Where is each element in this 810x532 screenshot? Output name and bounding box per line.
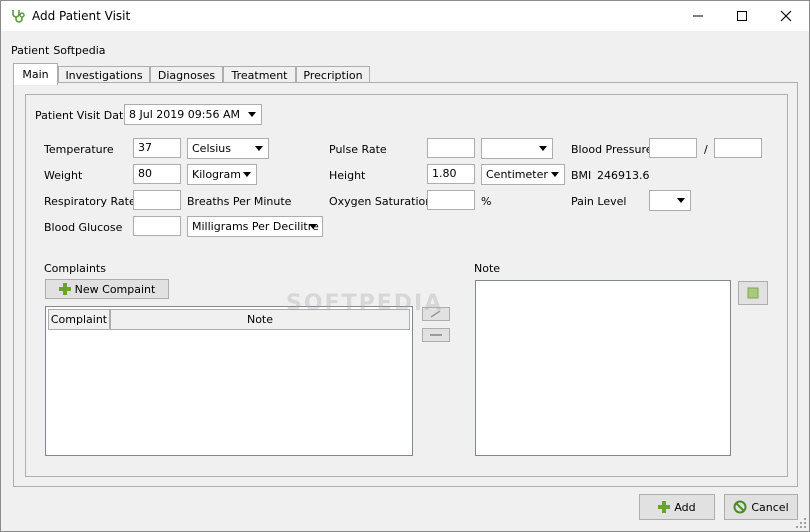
plus-icon	[58, 283, 71, 295]
maximize-button[interactable]	[720, 1, 764, 31]
complaints-label: Complaints	[44, 262, 106, 275]
tab-label: Precription	[303, 69, 363, 82]
square-icon	[747, 287, 759, 299]
temperature-input[interactable]: 37	[133, 138, 181, 158]
complaints-grid[interactable]: Complaint Note	[45, 306, 413, 456]
chevron-down-icon[interactable]	[548, 167, 562, 182]
oxygen-saturation-label: Oxygen Saturation	[329, 195, 433, 208]
blood-glucose-unit-value: Milligrams Per Decilitre	[192, 220, 319, 233]
height-unit-select[interactable]: Centimeter	[481, 164, 565, 185]
cancel-button[interactable]: Cancel	[724, 494, 798, 520]
blood-glucose-input[interactable]	[133, 216, 181, 236]
note-textarea[interactable]	[475, 280, 731, 456]
blood-glucose-label: Blood Glucose	[44, 221, 123, 234]
chevron-down-icon[interactable]	[240, 167, 254, 182]
blood-pressure-label: Blood Pressure	[571, 143, 653, 156]
oxygen-saturation-unit: %	[481, 195, 492, 208]
visit-date-label: Patient Visit Date	[35, 109, 131, 122]
cancel-icon	[733, 500, 747, 514]
bmi-label: BMI	[571, 169, 592, 182]
new-complaint-button[interactable]: New Compaint	[45, 279, 169, 299]
title-bar: Add Patient Visit	[1, 1, 809, 31]
chevron-down-icon[interactable]	[252, 141, 266, 156]
tab-label: Main	[22, 68, 49, 81]
add-label: Add	[674, 500, 696, 514]
remove-complaint-button[interactable]	[422, 328, 450, 342]
patient-name: Softpedia	[53, 44, 106, 57]
column-label: Complaint	[50, 313, 108, 326]
save-note-button[interactable]	[738, 281, 768, 305]
weight-unit-value: Kilogram	[192, 168, 242, 181]
patient-label: Patient	[11, 44, 50, 57]
tab-main[interactable]: Main	[13, 63, 58, 85]
pain-level-label: Pain Level	[571, 195, 627, 208]
height-label: Height	[329, 169, 366, 182]
temperature-unit-value: Celsius	[192, 142, 231, 155]
blood-pressure-separator: /	[704, 143, 708, 156]
temperature-unit-select[interactable]: Celsius	[187, 138, 269, 159]
chevron-down-icon[interactable]	[674, 193, 688, 208]
plus-icon	[658, 501, 671, 513]
softpedia-watermark: SOFTPEDIA	[286, 291, 444, 316]
tab-label: Investigations	[65, 69, 143, 82]
grid-header-complaint[interactable]: Complaint	[48, 309, 110, 330]
patient-info: Patient Softpedia	[11, 44, 106, 57]
close-button[interactable]	[764, 1, 808, 31]
bmi-value: 246913.6	[597, 169, 650, 182]
blood-glucose-unit-select[interactable]: Milligrams Per Decilitre	[187, 216, 323, 237]
chevron-down-icon[interactable]	[245, 107, 259, 122]
pain-level-select[interactable]	[649, 190, 691, 211]
resize-grip-icon[interactable]	[795, 517, 807, 529]
minimize-icon	[693, 15, 703, 17]
note-label: Note	[474, 262, 501, 275]
pulse-rate-input[interactable]	[427, 138, 475, 158]
new-complaint-label: New Compaint	[74, 282, 156, 296]
window-title: Add Patient Visit	[32, 9, 131, 23]
temperature-label: Temperature	[44, 143, 114, 156]
minimize-button[interactable]	[676, 1, 720, 31]
oxygen-saturation-input[interactable]	[427, 190, 475, 210]
chevron-down-icon[interactable]	[536, 141, 550, 156]
respiratory-rate-label: Respiratory Rate	[44, 195, 136, 208]
stethoscope-icon	[12, 10, 25, 23]
maximize-icon	[737, 11, 747, 21]
tab-label: Treatment	[231, 69, 288, 82]
blood-pressure-diastolic-input[interactable]	[714, 138, 762, 158]
pulse-rate-unit-select[interactable]	[481, 138, 553, 159]
tab-label: Diagnoses	[157, 69, 216, 82]
weight-label: Weight	[44, 169, 83, 182]
height-unit-value: Centimeter	[486, 168, 548, 181]
respiratory-rate-unit: Breaths Per Minute	[187, 195, 292, 208]
pulse-rate-label: Pulse Rate	[329, 143, 387, 156]
height-input[interactable]: 1.80	[427, 164, 475, 184]
main-tab-panel: Patient Visit Date 8 Jul 2019 09:56 AM T…	[13, 82, 798, 487]
minus-icon	[430, 334, 442, 336]
weight-input[interactable]: 80	[133, 164, 181, 184]
visit-date-value: 8 Jul 2019 09:56 AM	[129, 108, 240, 121]
add-patient-visit-window: Add Patient Visit Patient Softpedia Main …	[0, 0, 810, 532]
visit-form-group: Patient Visit Date 8 Jul 2019 09:56 AM T…	[25, 94, 788, 477]
column-label: Note	[246, 313, 274, 326]
weight-unit-select[interactable]: Kilogram	[187, 164, 257, 185]
cancel-label: Cancel	[751, 500, 789, 514]
add-button[interactable]: Add	[639, 494, 715, 520]
blood-pressure-systolic-input[interactable]	[649, 138, 697, 158]
visit-date-picker[interactable]: 8 Jul 2019 09:56 AM	[124, 104, 262, 125]
close-icon	[780, 10, 792, 22]
chevron-down-icon[interactable]	[306, 219, 320, 234]
respiratory-rate-input[interactable]	[133, 190, 181, 210]
